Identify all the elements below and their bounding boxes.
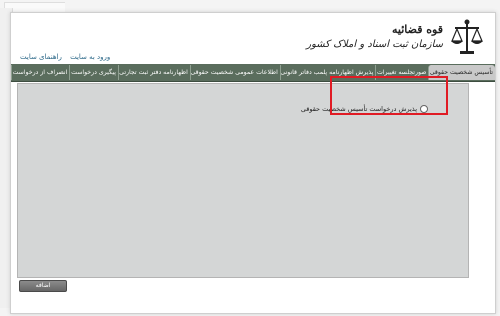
site-header: قوه قضائیه سازمان ثبت اسناد و املاک کشور… — [11, 13, 495, 63]
organization-subtitle: سازمان ثبت اسناد و املاک کشور — [306, 39, 443, 50]
site-guide-link[interactable]: راهنمای سایت — [20, 53, 62, 61]
add-button[interactable]: اضافه — [19, 280, 67, 292]
scales-of-justice-emblem-icon — [451, 19, 483, 54]
highlight-box — [330, 76, 448, 115]
tab-track-request[interactable]: پیگیری درخواست — [69, 65, 118, 80]
tab-commercial-register-declaration[interactable]: اظهارنامه دفتر ثبت تجارتی — [117, 65, 190, 80]
login-link[interactable]: ورود به سایت — [70, 53, 110, 61]
organization-name: قوه قضائیه سازمان ثبت اسناد و املاک کشور — [306, 22, 443, 52]
top-links: ورود به سایت راهنمای سایت — [17, 53, 113, 61]
tab-legal-entity-general-info[interactable]: اطلاعات عمومی شخصیت حقوقی — [189, 65, 280, 80]
tab-cancel-request[interactable]: انصراف از درخواست — [11, 65, 69, 80]
organization-title: قوه قضائیه — [392, 23, 443, 36]
